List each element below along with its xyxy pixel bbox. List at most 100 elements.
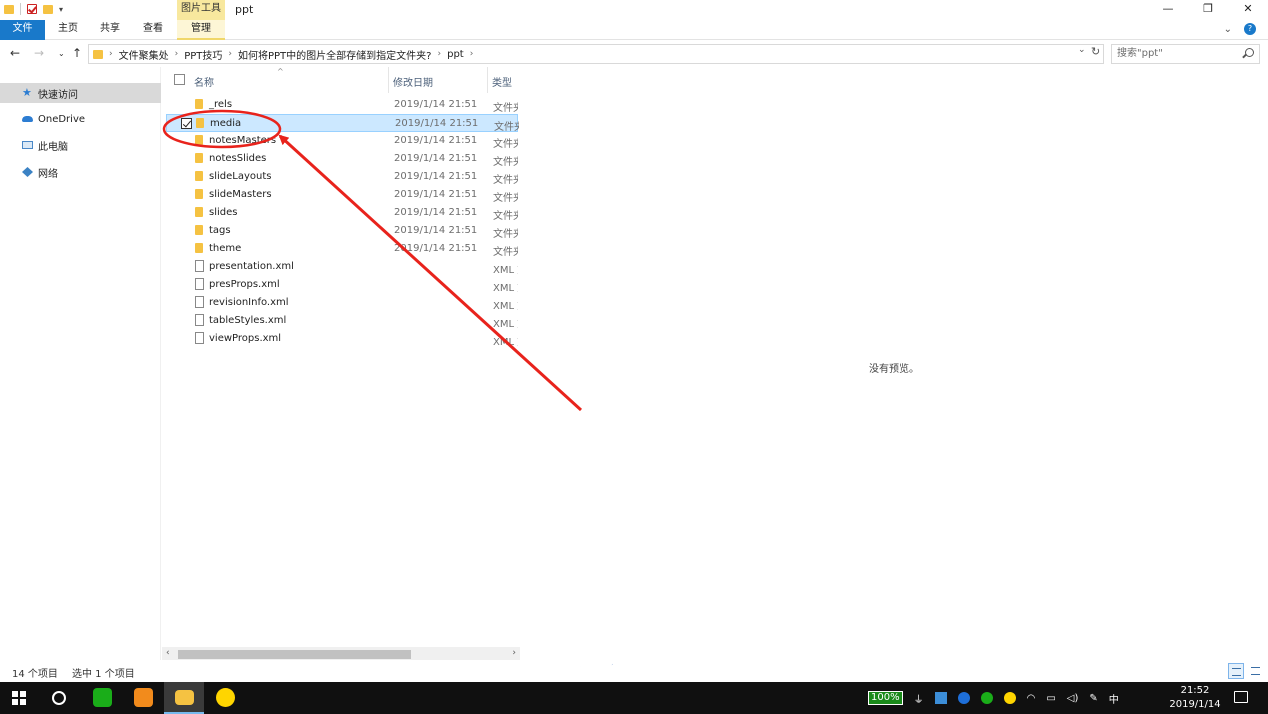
clock[interactable]: 21:52 2019/1/14 [1166, 684, 1224, 712]
address-bar[interactable]: › 文件聚集处 › PPT技巧 › 如何将PPT中的图片全部存储到指定文件夹? … [88, 44, 1104, 64]
battery-icon[interactable]: ▭ [1046, 693, 1055, 704]
breadcrumb-item[interactable]: ppt [447, 49, 464, 60]
customize-toolbar-icon[interactable]: ▾ [59, 5, 63, 14]
file-row[interactable]: _rels 2019/1/14 21:51 文件夹 [166, 96, 518, 114]
system-tray: 100% ⏚ ◠ ▭ ◁) ✎ 中 [868, 682, 1119, 714]
column-divider[interactable] [487, 67, 488, 93]
search-icon[interactable] [1245, 48, 1254, 57]
breadcrumb-item[interactable]: 如何将PPT中的图片全部存储到指定文件夹? [238, 47, 431, 62]
taskbar-app-wechat[interactable] [82, 682, 122, 714]
tab-manage[interactable]: 管理 [177, 20, 225, 40]
file-name: theme [209, 243, 242, 254]
tab-file[interactable]: 文件 [0, 20, 45, 40]
ribbon-tabs: 文件 主页 共享 查看 管理 ⌄ ? [0, 20, 1268, 40]
file-date: 2019/1/14 21:51 [394, 171, 478, 182]
sidebar-item-quick-access[interactable]: ★ 快速访问 [0, 83, 161, 103]
file-type: XML 文档 [493, 301, 518, 312]
clock-date: 2019/1/14 [1169, 699, 1221, 710]
file-row[interactable]: media 2019/1/14 21:51 文件夹 [166, 114, 519, 133]
help-icon[interactable]: ? [1244, 23, 1256, 35]
scrollbar-thumb[interactable] [178, 650, 411, 659]
row-checkbox[interactable] [181, 118, 192, 129]
chevron-right-icon[interactable]: › [228, 49, 232, 59]
expand-ribbon-icon[interactable]: ⌄ [1224, 24, 1232, 35]
search-circle-icon[interactable] [52, 691, 66, 705]
column-name[interactable]: 名称 [194, 74, 214, 89]
bluetooth-icon[interactable] [957, 692, 970, 704]
wechat-tray-icon[interactable] [980, 692, 993, 704]
file-type: XML 文档 [493, 283, 518, 294]
breadcrumb-item[interactable]: PPT技巧 [184, 47, 222, 62]
music-tray-icon[interactable] [1003, 692, 1016, 704]
horizontal-scrollbar[interactable]: ‹ › [162, 647, 520, 661]
column-type[interactable]: 类型 [492, 74, 512, 89]
sidebar-item-network[interactable]: 网络 [0, 162, 161, 182]
file-row[interactable]: notesSlides 2019/1/14 21:51 文件夹 [166, 150, 518, 168]
breadcrumb-item[interactable]: 文件聚集处 [119, 47, 169, 62]
taskbar-app-file-explorer[interactable] [164, 682, 204, 714]
file-row[interactable]: notesMasters 2019/1/14 21:51 文件夹 [166, 132, 518, 150]
sidebar-item-label: 快速访问 [38, 89, 78, 101]
battery-indicator[interactable]: 100% [868, 691, 903, 705]
file-row[interactable]: theme 2019/1/14 21:51 文件夹 [166, 240, 518, 258]
volume-icon[interactable]: ◁) [1067, 693, 1079, 704]
back-arrow-icon[interactable]: ← [10, 46, 20, 60]
properties-icon[interactable] [27, 4, 37, 14]
file-row[interactable]: presentation.xml XML 文档 [166, 258, 518, 276]
close-button[interactable]: ✕ [1228, 0, 1268, 20]
folder-icon [175, 690, 194, 705]
column-date-modified[interactable]: 修改日期 [393, 74, 433, 89]
taskbar-app-browser[interactable] [123, 682, 163, 714]
sidebar-item-label: 网络 [38, 168, 58, 180]
file-row[interactable]: slideMasters 2019/1/14 21:51 文件夹 [166, 186, 518, 204]
document-icon [195, 278, 204, 290]
forward-arrow-icon[interactable]: → [34, 46, 44, 60]
column-divider[interactable] [388, 67, 389, 93]
start-windows-icon[interactable] [12, 691, 26, 705]
file-row[interactable]: presProps.xml XML 文档 [166, 276, 518, 294]
address-dropdown-icon[interactable]: ⌄ [1078, 45, 1086, 55]
file-type: XML 文档 [493, 265, 518, 276]
file-row[interactable]: tableStyles.xml XML 文档 [166, 312, 518, 330]
taskbar-app-qq-music[interactable] [205, 682, 245, 714]
file-row[interactable]: slideLayouts 2019/1/14 21:51 文件夹 [166, 168, 518, 186]
tab-share[interactable]: 共享 [94, 20, 126, 40]
file-row[interactable]: revisionInfo.xml XML 文档 [166, 294, 518, 312]
details-view-button[interactable] [1228, 663, 1244, 679]
pen-icon[interactable]: ✎ [1089, 693, 1097, 704]
column-header-row: ^ 名称 修改日期 类型 [162, 67, 520, 93]
scroll-right-icon[interactable]: › [512, 648, 516, 658]
tab-home[interactable]: 主页 [52, 20, 84, 40]
sidebar-item-this-pc[interactable]: 此电脑 [0, 135, 161, 155]
plug-icon[interactable]: ⏚ [914, 691, 924, 706]
divider [20, 3, 21, 15]
chevron-right-icon[interactable]: › [470, 49, 474, 59]
tab-view[interactable]: 查看 [137, 20, 169, 40]
input-method-indicator[interactable]: 中 [1109, 691, 1119, 706]
folder-icon [93, 49, 103, 59]
file-type: 文件夹 [493, 193, 518, 204]
notification-icon[interactable] [1234, 691, 1248, 703]
file-row[interactable]: tags 2019/1/14 21:51 文件夹 [166, 222, 518, 240]
scroll-left-icon[interactable]: ‹ [166, 648, 170, 658]
select-all-checkbox[interactable] [174, 74, 185, 85]
search-input[interactable]: 搜索"ppt" [1111, 44, 1260, 64]
file-type: 文件夹 [494, 122, 519, 133]
chevron-right-icon[interactable]: › [175, 49, 179, 59]
chevron-right-icon[interactable]: › [437, 49, 441, 59]
refresh-icon[interactable]: ↻ [1091, 45, 1100, 58]
up-arrow-icon[interactable]: ↑ [72, 46, 82, 60]
chevron-right-icon[interactable]: › [109, 49, 113, 59]
wifi-icon[interactable]: ◠ [1027, 693, 1036, 704]
sidebar-item-onedrive[interactable]: OneDrive [0, 109, 161, 129]
new-folder-icon[interactable] [43, 4, 53, 14]
browser-icon [134, 688, 153, 707]
file-row[interactable]: viewProps.xml XML 文档 [166, 330, 518, 348]
minimize-button[interactable]: — [1148, 0, 1188, 20]
file-date: 2019/1/14 21:51 [395, 118, 479, 129]
maximize-button[interactable]: ❐ [1188, 0, 1228, 20]
large-icons-view-button[interactable] [1248, 663, 1264, 679]
keyboard-icon[interactable] [934, 692, 947, 704]
file-row[interactable]: slides 2019/1/14 21:51 文件夹 [166, 204, 518, 222]
recent-locations-icon[interactable]: ⌄ [58, 49, 65, 58]
